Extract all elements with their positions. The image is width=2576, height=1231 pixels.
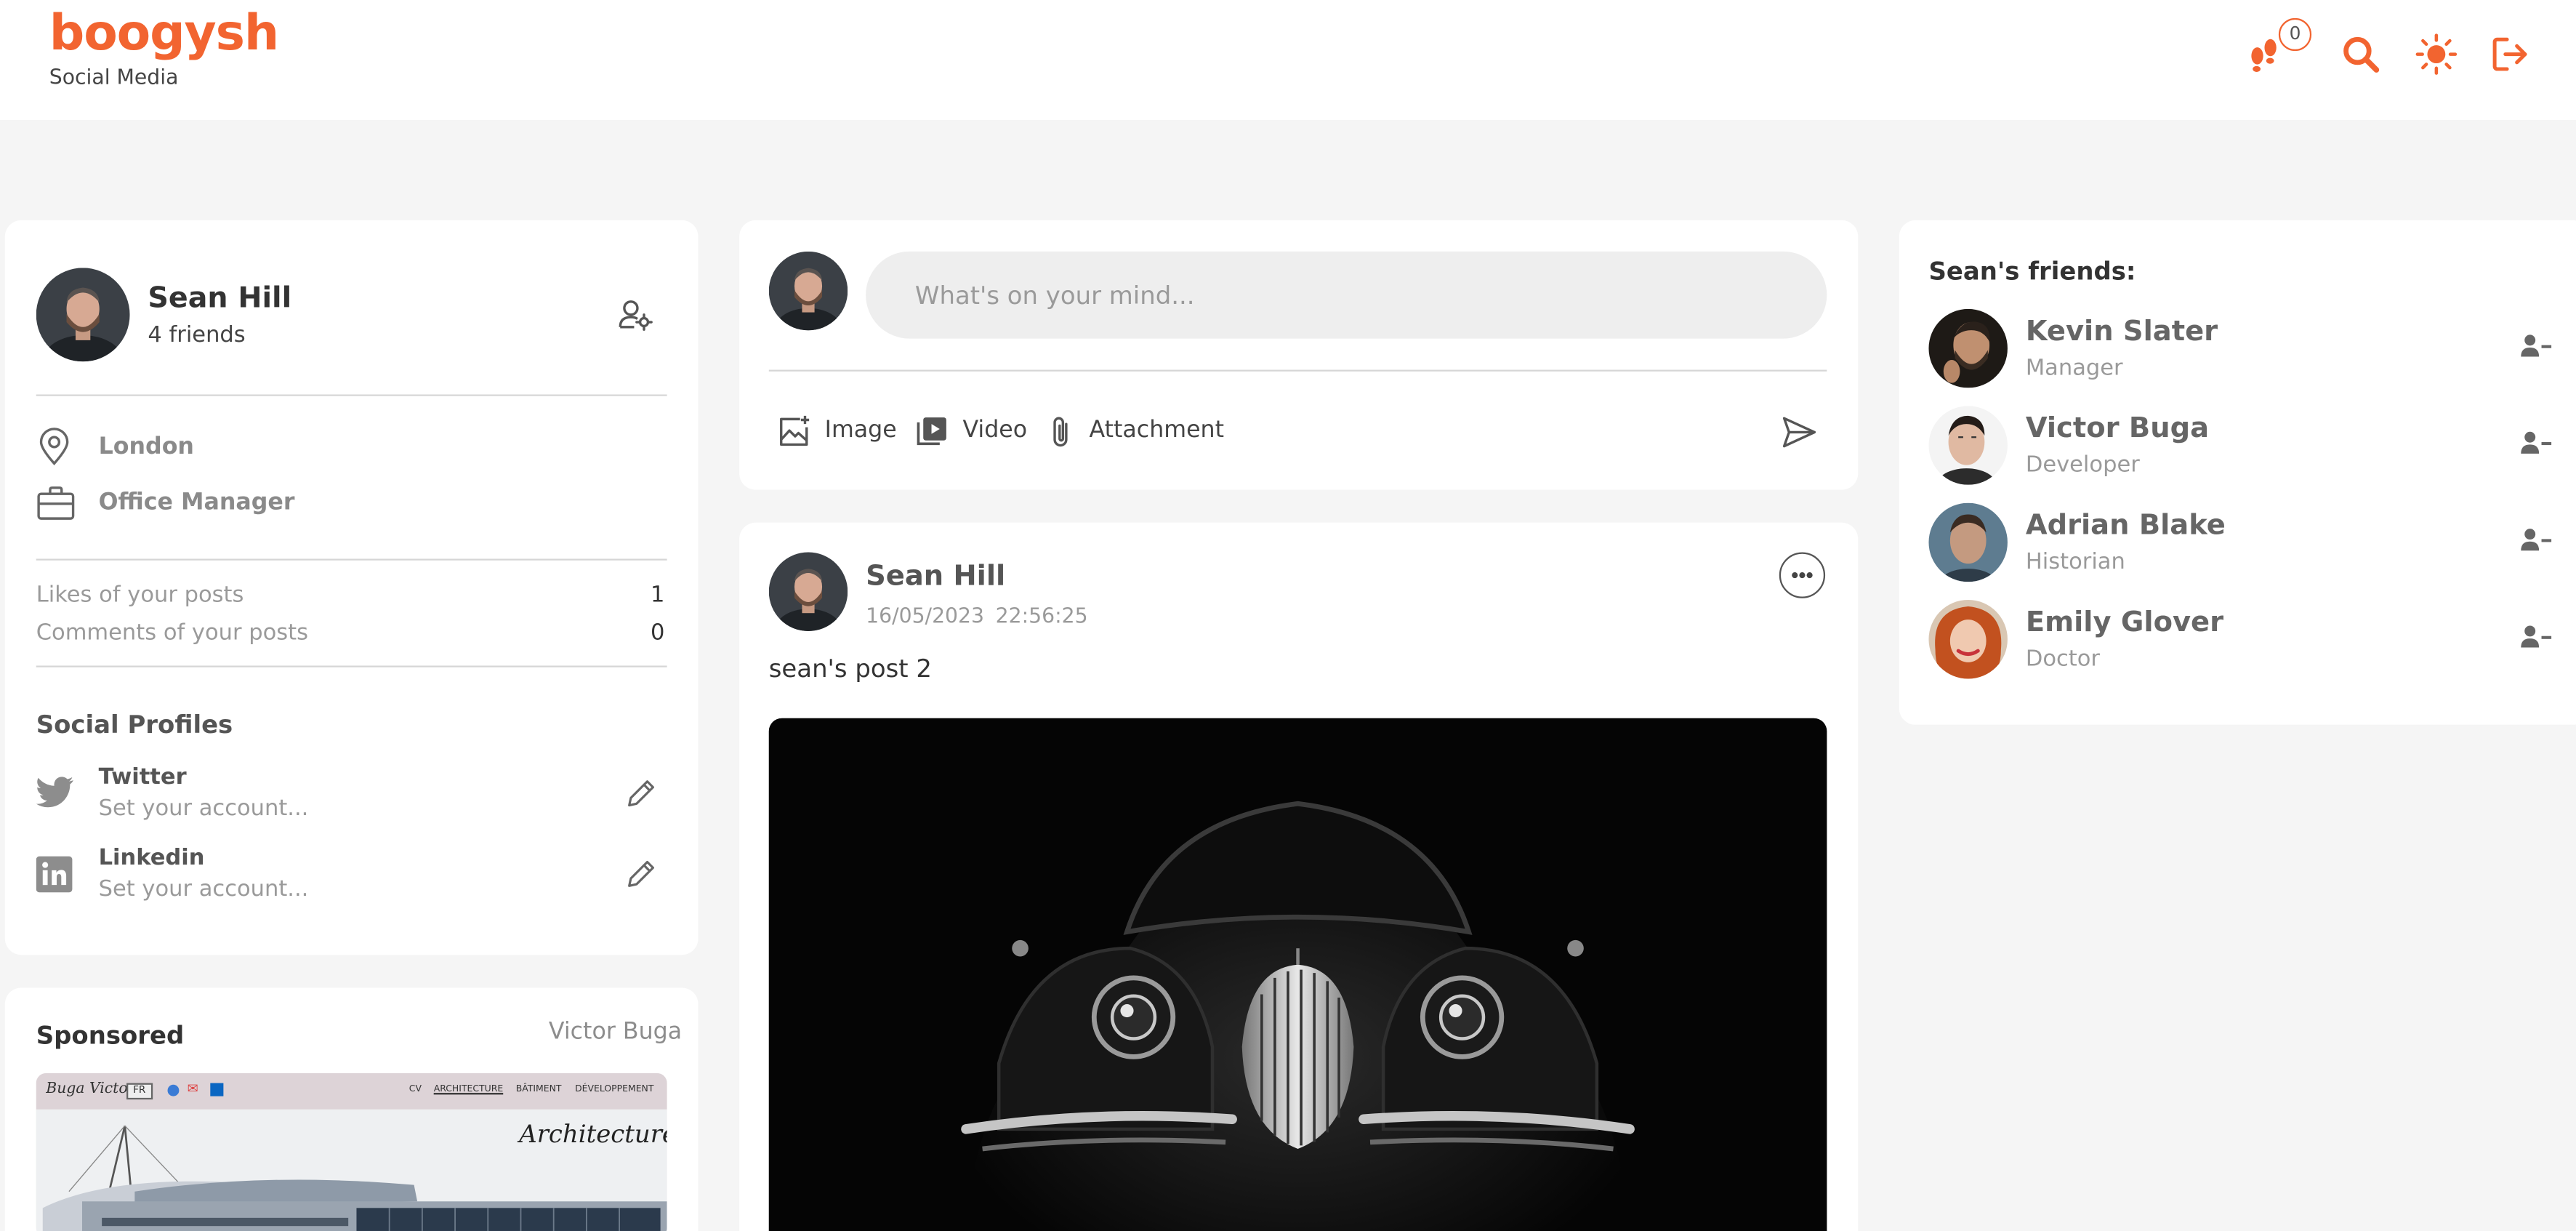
post-text: sean's post 2 — [768, 654, 932, 684]
friend-role: Historian — [2025, 548, 2125, 576]
post-author-avatar[interactable] — [768, 552, 848, 631]
page: boogysh Social Media 0 Sean Hill 4 frien… — [0, 0, 2576, 1231]
attachment-action-label[interactable]: Attachment — [1090, 417, 1225, 444]
friend-name[interactable]: Emily Glover — [2026, 606, 2223, 639]
post-options-button[interactable] — [1779, 552, 1826, 598]
friend-role: Doctor — [2025, 646, 2100, 673]
ad-nav-batiment: BÂTIMENT — [515, 1084, 562, 1095]
manage-friends-icon[interactable] — [618, 297, 654, 334]
briefcase-icon — [36, 485, 76, 521]
paperclip-icon[interactable] — [1047, 414, 1076, 451]
comments-value: 0 — [651, 619, 665, 646]
friends-title: Sean's friends: — [1928, 256, 2136, 286]
social-profiles-title: Social Profiles — [36, 710, 233, 740]
video-action-label[interactable]: Video — [962, 417, 1027, 444]
ad-lang-select: FR — [126, 1083, 153, 1100]
remove-friend-icon[interactable] — [2520, 526, 2553, 556]
linkedin-label: Linkedin — [98, 844, 205, 871]
remove-friend-icon[interactable] — [2520, 332, 2553, 362]
profile-name[interactable]: Sean Hill — [148, 283, 291, 316]
brand-tagline: Social Media — [49, 64, 179, 89]
friend-name[interactable]: Adrian Blake — [2026, 510, 2226, 542]
remove-friend-icon[interactable] — [2520, 623, 2553, 653]
twitter-value: Set your account... — [98, 795, 309, 822]
location-icon — [36, 428, 73, 467]
sponsored-ad-image[interactable]: Buga Victor FR ✉ CV ARCHITECTURE BÂTIMEN… — [36, 1072, 667, 1231]
profile-friends-count: 4 friends — [148, 322, 246, 349]
sponsored-title: Sponsored — [36, 1020, 185, 1051]
profile-location: London — [98, 433, 194, 460]
friend-role: Manager — [2025, 355, 2123, 382]
edit-twitter-icon[interactable] — [624, 777, 657, 810]
likes-value: 1 — [651, 582, 665, 609]
divider — [768, 369, 1827, 372]
friend-avatar[interactable] — [1928, 502, 2008, 582]
linkedin-value: Set your account... — [98, 875, 309, 902]
friend-avatar[interactable] — [1928, 406, 2008, 485]
ad-nav-cv: CV — [408, 1084, 422, 1095]
sun-icon[interactable] — [2415, 33, 2458, 76]
more-dots-icon — [1792, 572, 1813, 579]
divider — [36, 394, 667, 396]
comments-label: Comments of your posts — [36, 619, 309, 646]
image-icon[interactable] — [777, 414, 811, 449]
send-icon[interactable] — [1781, 414, 1817, 451]
profile-occupation: Office Manager — [98, 489, 295, 516]
linkedin-icon — [210, 1083, 224, 1096]
friend-avatar[interactable] — [1928, 600, 2008, 679]
post-author-name[interactable]: Sean Hill — [866, 561, 1005, 593]
image-action-label[interactable]: Image — [825, 417, 897, 444]
twitter-icon — [36, 776, 74, 809]
divider — [36, 558, 667, 561]
ad-nav-architecture: ARCHITECTURE — [433, 1084, 504, 1095]
twitter-label: Twitter — [98, 764, 187, 791]
composer-avatar — [768, 251, 848, 331]
post-image[interactable] — [768, 718, 1827, 1231]
friend-name[interactable]: Kevin Slater — [2026, 316, 2218, 348]
divider — [36, 665, 667, 667]
edit-linkedin-icon[interactable] — [624, 858, 657, 891]
ad-site-title: Buga Victor — [46, 1081, 135, 1098]
friend-avatar[interactable] — [1928, 308, 2008, 388]
friend-name[interactable]: Victor Buga — [2026, 412, 2209, 445]
post-composer-input[interactable] — [866, 251, 1827, 339]
linkedin-icon — [36, 856, 73, 893]
profile-avatar[interactable] — [36, 268, 130, 362]
top-bar — [0, 0, 2576, 121]
notification-badge[interactable]: 0 — [2278, 17, 2312, 52]
likes-label: Likes of your posts — [36, 582, 244, 609]
sponsored-author[interactable]: Victor Buga — [549, 1019, 682, 1045]
post-date: 16/05/2023 — [866, 603, 984, 628]
brand-logo[interactable]: boogysh — [49, 5, 279, 63]
friend-role: Developer — [2025, 452, 2140, 478]
post-time: 22:56:25 — [995, 603, 1088, 628]
video-icon[interactable] — [915, 414, 948, 447]
ad-nav-developpement: DÉVELOPPEMENT — [575, 1084, 654, 1095]
remove-friend-icon[interactable] — [2520, 429, 2553, 459]
ad-banner-text: Architecture — [519, 1119, 667, 1149]
logout-icon[interactable] — [2489, 33, 2532, 76]
phone-icon — [167, 1084, 180, 1096]
search-icon[interactable] — [2340, 33, 2383, 76]
mail-icon: ✉ — [187, 1081, 198, 1096]
